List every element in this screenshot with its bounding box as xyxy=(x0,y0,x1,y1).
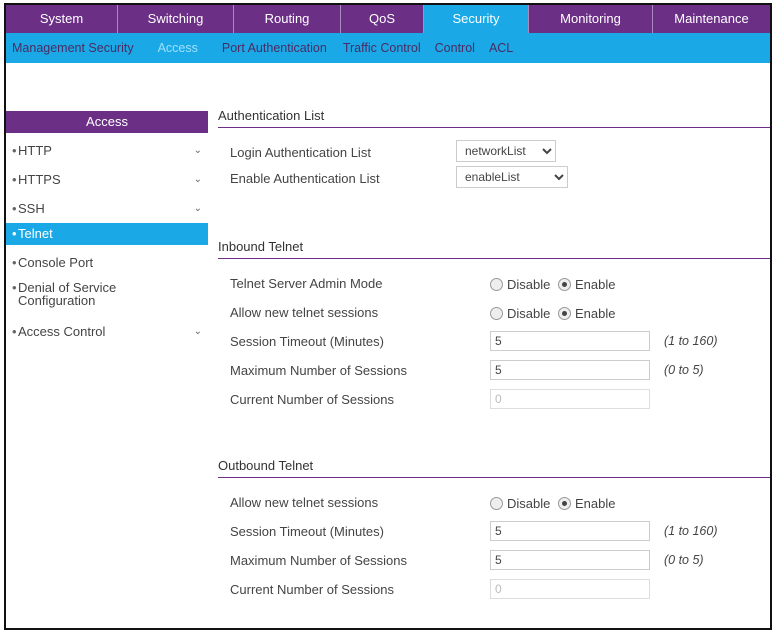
subnav-access[interactable]: Access xyxy=(158,41,198,55)
sidebar-item-telnet[interactable]: • Telnet xyxy=(6,223,208,245)
tab-qos[interactable]: QoS xyxy=(341,5,424,33)
content-panel: Authentication List Login Authentication… xyxy=(218,105,770,606)
chevron-down-icon[interactable]: ⌄ xyxy=(194,317,202,346)
subnav-control[interactable]: Control xyxy=(435,41,475,55)
enable-label: Enable xyxy=(574,496,616,512)
enable-authentication-select[interactable]: enableList xyxy=(456,166,568,188)
sidebar-item-https[interactable]: • HTTPS ⌄ xyxy=(6,165,208,194)
sidebar: Access • HTTP ⌄ • HTTPS ⌄ • SSH ⌄ • Teln… xyxy=(6,111,208,346)
tab-switching[interactable]: Switching xyxy=(118,5,234,33)
sidebar-item-label: Console Port xyxy=(18,255,94,270)
subnav-management-security[interactable]: Management Security xyxy=(12,41,134,55)
inbound-allow-enable-radio[interactable] xyxy=(557,307,571,321)
session-timeout-label: Session Timeout (Minutes) xyxy=(230,334,384,349)
inbound-admin-mode-row: Telnet Server Admin Mode Disable Enable xyxy=(218,271,770,300)
max-sessions-hint: (0 to 5) xyxy=(664,553,704,567)
sidebar-item-label: HTTPS xyxy=(18,172,61,187)
login-authentication-label: Login Authentication List xyxy=(230,145,371,160)
section-divider xyxy=(218,258,770,259)
outbound-max-sessions-input[interactable] xyxy=(490,550,650,570)
inbound-session-timeout-input[interactable] xyxy=(490,331,650,351)
outbound-current-sessions-field xyxy=(490,579,650,599)
section-title-outbound-telnet: Outbound Telnet xyxy=(218,458,314,473)
subnav-traffic-control[interactable]: Traffic Control xyxy=(343,41,421,55)
outbound-allow-sessions-row: Allow new telnet sessions Disable Enable xyxy=(218,490,770,519)
session-timeout-hint: (1 to 160) xyxy=(664,524,718,538)
inbound-current-sessions-row: Current Number of Sessions xyxy=(218,387,770,416)
sidebar-item-label: Access Control xyxy=(18,324,106,339)
max-sessions-label: Maximum Number of Sessions xyxy=(230,363,407,378)
enable-authentication-row: Enable Authentication List enableList xyxy=(218,166,770,198)
tab-security[interactable]: Security xyxy=(424,5,529,33)
admin-mode-disable-radio[interactable] xyxy=(490,278,503,292)
bullet-icon: • xyxy=(12,255,17,270)
chevron-down-icon[interactable]: ⌄ xyxy=(194,165,202,194)
sidebar-item-label: Telnet xyxy=(18,226,53,241)
bullet-icon: • xyxy=(12,201,17,216)
max-sessions-label: Maximum Number of Sessions xyxy=(230,553,407,568)
allow-new-sessions-label: Allow new telnet sessions xyxy=(230,305,379,320)
telnet-admin-mode-label: Telnet Server Admin Mode xyxy=(230,276,383,291)
outbound-allow-disable-radio[interactable] xyxy=(490,497,503,511)
disable-label: Disable xyxy=(507,277,551,293)
tab-routing[interactable]: Routing xyxy=(234,5,341,33)
section-title-authentication-list: Authentication List xyxy=(218,108,325,123)
sidebar-item-label: SSH xyxy=(18,201,45,216)
sidebar-item-access-control[interactable]: • Access Control ⌄ xyxy=(6,317,208,346)
sidebar-item-label: HTTP xyxy=(18,143,52,158)
enable-label: Enable xyxy=(574,277,616,293)
disable-label: Disable xyxy=(507,496,551,512)
sidebar-item-http[interactable]: • HTTP ⌄ xyxy=(6,137,208,165)
inbound-allow-sessions-row: Allow new telnet sessions Disable Enable xyxy=(218,300,770,329)
bullet-icon: • xyxy=(12,324,17,339)
inbound-max-sessions-input[interactable] xyxy=(490,360,650,380)
tab-system[interactable]: System xyxy=(6,5,118,33)
current-sessions-label: Current Number of Sessions xyxy=(230,582,395,597)
outbound-session-timeout-input[interactable] xyxy=(490,521,650,541)
bullet-icon: • xyxy=(12,280,17,295)
bullet-icon: • xyxy=(12,172,17,187)
login-authentication-select[interactable]: networkList xyxy=(456,140,556,162)
inbound-current-sessions-field xyxy=(490,389,650,409)
outbound-timeout-row: Session Timeout (Minutes) (1 to 160) xyxy=(218,519,770,548)
chevron-down-icon[interactable]: ⌄ xyxy=(194,194,202,223)
current-sessions-label: Current Number of Sessions xyxy=(230,392,395,407)
main-window: System Switching Routing QoS Security Mo… xyxy=(4,3,772,630)
max-sessions-hint: (0 to 5) xyxy=(664,363,704,377)
top-navigation: System Switching Routing QoS Security Mo… xyxy=(6,5,770,33)
disable-label: Disable xyxy=(507,306,551,322)
admin-mode-enable-radio[interactable] xyxy=(557,278,571,292)
section-divider xyxy=(218,127,770,128)
subnav-acl[interactable]: ACL xyxy=(489,41,513,55)
sidebar-item-label: Denial of Service Configuration xyxy=(18,280,117,308)
outbound-allow-enable-radio[interactable] xyxy=(557,497,571,511)
enable-authentication-label: Enable Authentication List xyxy=(230,171,380,186)
bullet-icon: • xyxy=(12,226,17,241)
tab-maintenance[interactable]: Maintenance xyxy=(653,5,770,33)
sidebar-title: Access xyxy=(6,111,208,133)
enable-label: Enable xyxy=(574,306,616,322)
section-divider xyxy=(218,477,770,478)
outbound-current-sessions-row: Current Number of Sessions xyxy=(218,577,770,606)
session-timeout-hint: (1 to 160) xyxy=(664,334,718,348)
tab-monitoring[interactable]: Monitoring xyxy=(529,5,653,33)
bullet-icon: • xyxy=(12,143,17,158)
sub-navigation: Management Security Access Port Authenti… xyxy=(6,33,770,63)
sidebar-item-ssh[interactable]: • SSH ⌄ xyxy=(6,194,208,223)
inbound-max-sessions-row: Maximum Number of Sessions (0 to 5) xyxy=(218,358,770,387)
inbound-allow-disable-radio[interactable] xyxy=(490,307,503,321)
allow-new-sessions-label: Allow new telnet sessions xyxy=(230,495,379,510)
session-timeout-label: Session Timeout (Minutes) xyxy=(230,524,384,539)
sidebar-item-console-port[interactable]: • Console Port xyxy=(6,248,208,277)
subnav-port-authentication[interactable]: Port Authentication xyxy=(222,41,327,55)
inbound-timeout-row: Session Timeout (Minutes) (1 to 160) xyxy=(218,329,770,358)
login-authentication-row: Login Authentication List networkList xyxy=(218,140,770,169)
chevron-down-icon[interactable]: ⌄ xyxy=(194,137,202,165)
sidebar-item-denial-of-service[interactable]: • Denial of Service Configuration xyxy=(6,277,208,317)
section-title-inbound-telnet: Inbound Telnet xyxy=(218,239,304,254)
outbound-max-sessions-row: Maximum Number of Sessions (0 to 5) xyxy=(218,548,770,577)
